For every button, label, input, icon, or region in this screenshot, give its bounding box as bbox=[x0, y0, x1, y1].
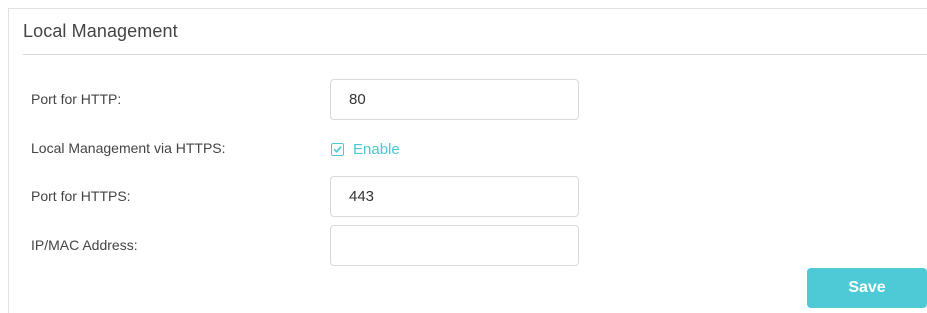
http-port-label: Port for HTTP: bbox=[31, 91, 122, 107]
section-title: Local Management bbox=[23, 21, 178, 41]
section-divider bbox=[23, 54, 927, 55]
save-button[interactable]: Save bbox=[807, 268, 927, 308]
https-enable-checkbox[interactable]: Enable bbox=[331, 141, 400, 158]
http-port-input[interactable] bbox=[330, 79, 579, 120]
https-management-label: Local Management via HTTPS: bbox=[31, 140, 226, 156]
https-port-input[interactable] bbox=[330, 176, 579, 217]
checkmark-icon[interactable] bbox=[331, 143, 344, 156]
https-enable-label[interactable]: Enable bbox=[353, 141, 400, 158]
ip-mac-input[interactable] bbox=[330, 225, 579, 266]
ip-mac-label: IP/MAC Address: bbox=[31, 237, 138, 253]
https-port-label: Port for HTTPS: bbox=[31, 188, 131, 204]
